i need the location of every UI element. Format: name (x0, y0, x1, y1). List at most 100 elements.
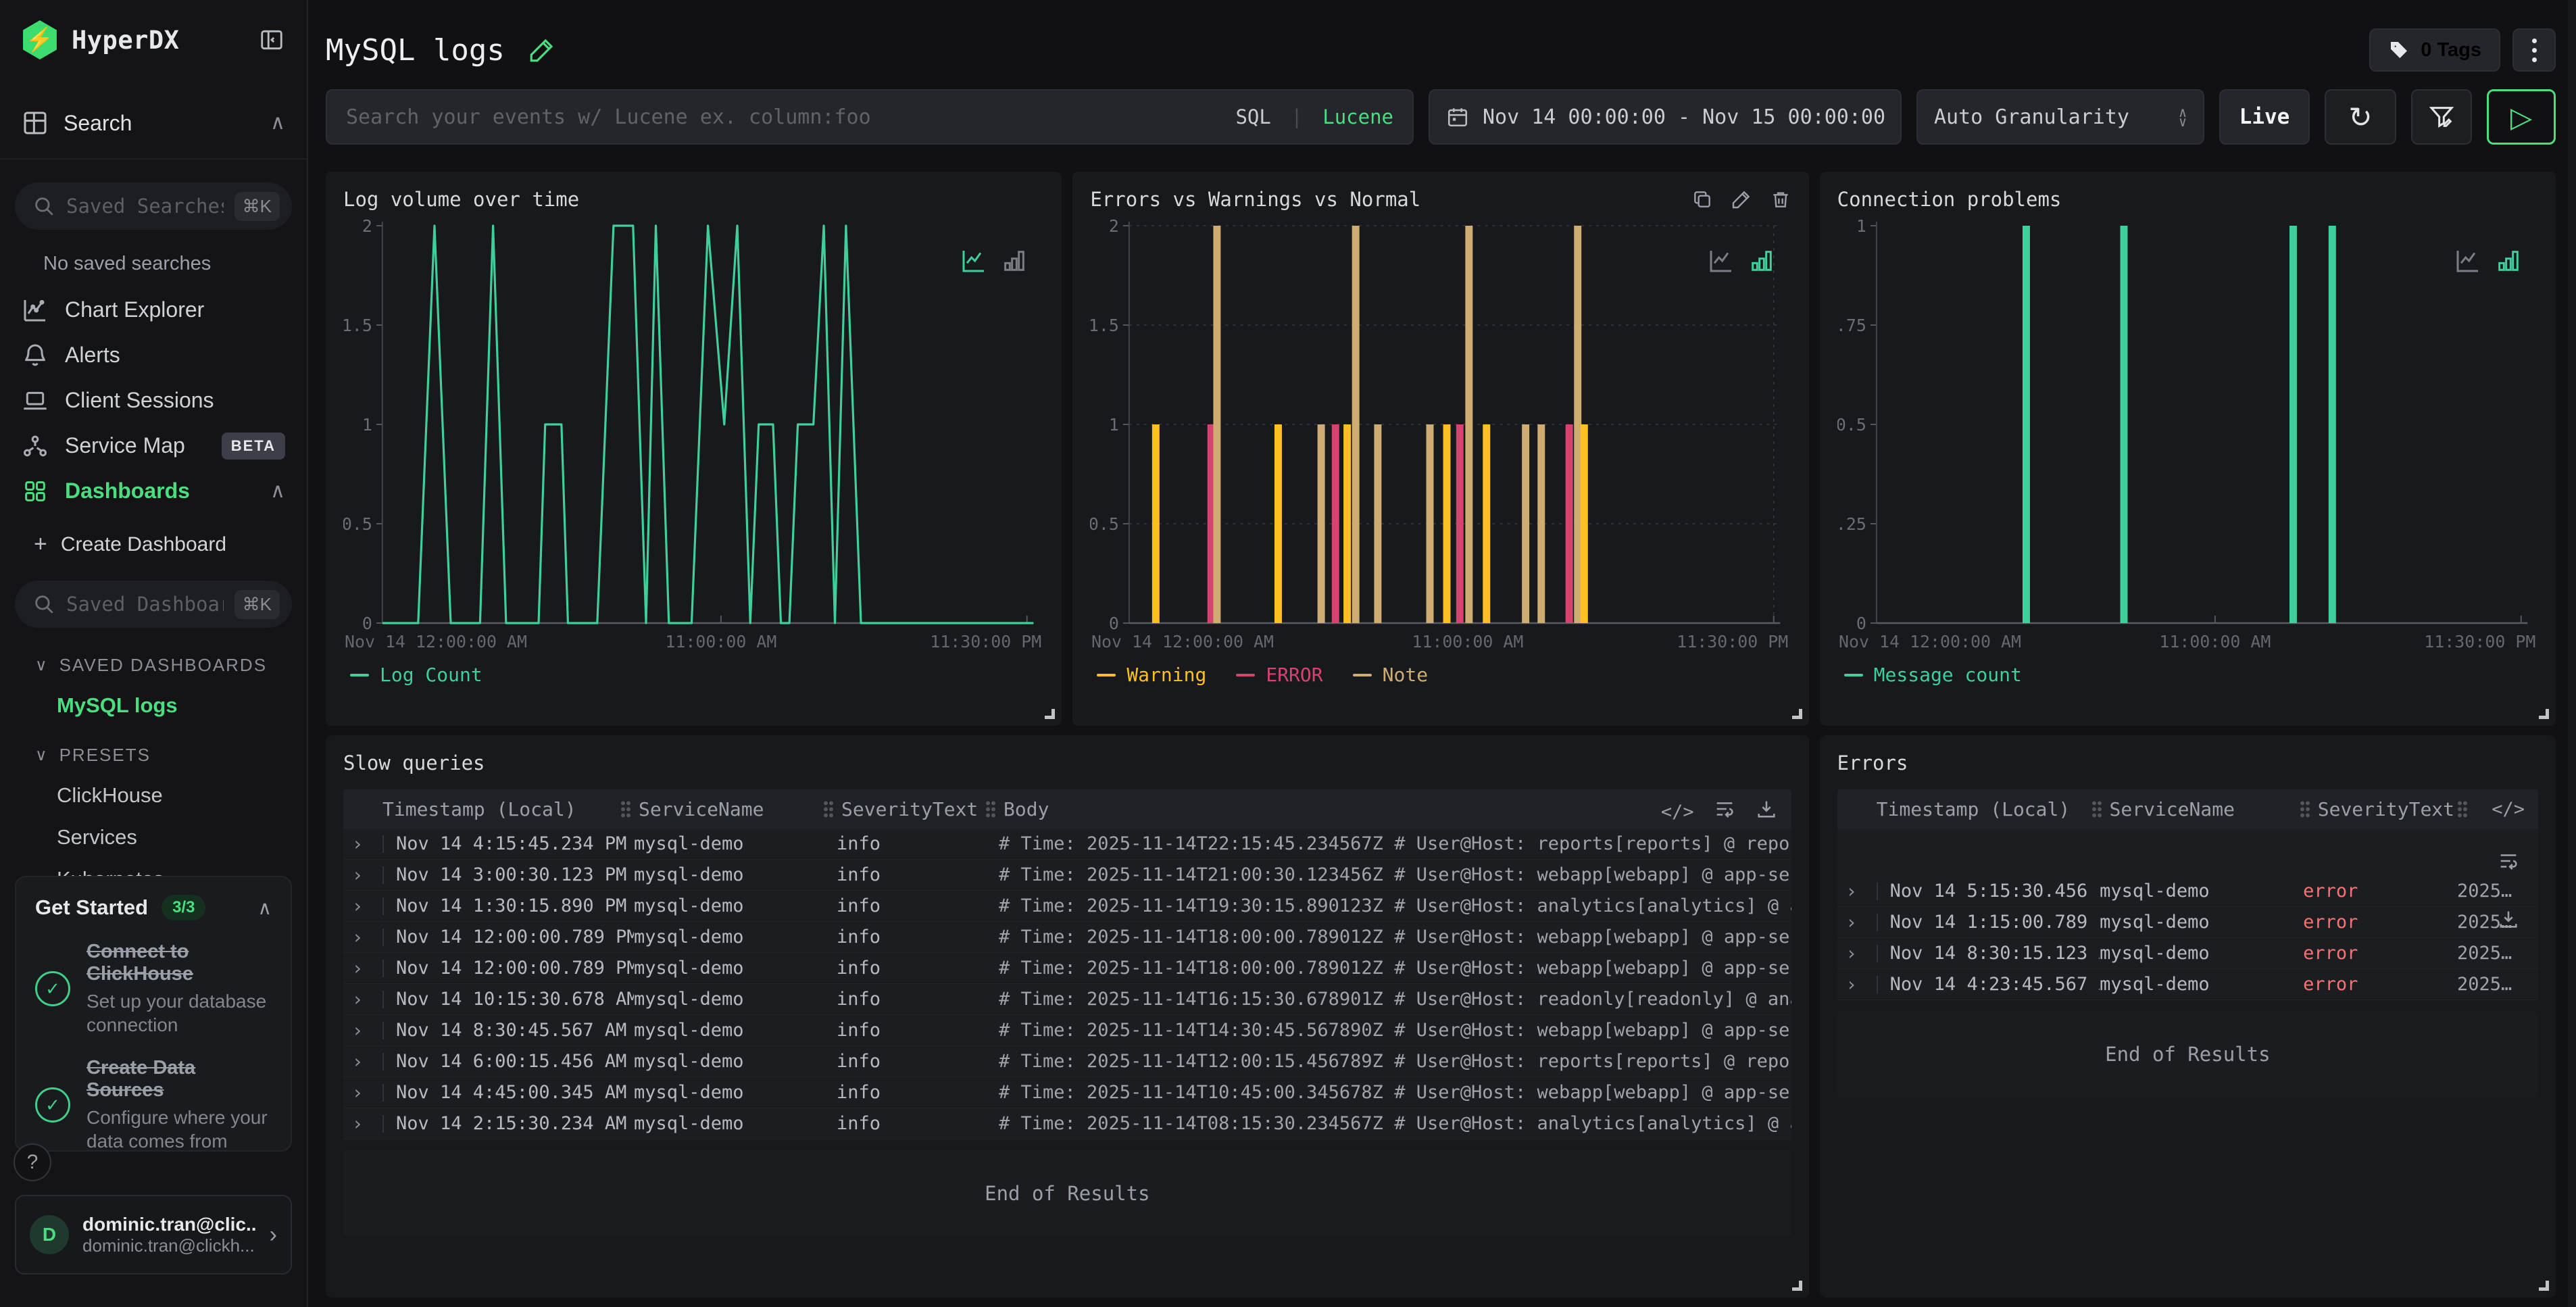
row-expand-icon[interactable]: › (343, 1019, 382, 1041)
row-expand-icon[interactable]: › (343, 895, 382, 917)
lucene-mode-button[interactable]: Lucene (1322, 105, 1393, 128)
resize-handle[interactable] (1792, 1281, 1802, 1291)
granularity-select[interactable]: Auto Granularity ∧∨ (1916, 89, 2204, 145)
code-view-icon[interactable]: </> (1661, 802, 1694, 822)
column-drag-icon[interactable] (2091, 800, 2102, 818)
table-row[interactable]: ›Nov 14 8:30:45.567 AMmysql-demoinfo# Ti… (343, 1015, 1791, 1046)
column-drag-icon[interactable] (2457, 800, 2467, 818)
column-header[interactable]: Timestamp (Local) (382, 798, 620, 820)
wrap-text-icon[interactable] (2497, 849, 2520, 872)
bar-chart-toggle-icon[interactable] (2495, 247, 2522, 274)
column-drag-icon[interactable] (823, 800, 833, 818)
sidebar-collapse-icon[interactable] (257, 25, 287, 55)
table-row[interactable]: ›Nov 14 12:00:00.789 PMmysql-demoinfo# T… (343, 922, 1791, 953)
saved-dashboards-input[interactable] (66, 593, 224, 616)
sidebar-item-search[interactable]: Search ∧ (15, 103, 292, 143)
legend-item[interactable]: Warning (1097, 664, 1206, 686)
live-button[interactable]: Live (2219, 89, 2310, 145)
chevron-up-icon[interactable]: ∧ (270, 481, 285, 501)
download-icon[interactable] (2497, 908, 2520, 931)
legend-item[interactable]: ERROR (1236, 664, 1322, 686)
event-search-input[interactable] (346, 105, 1222, 129)
table-row[interactable]: ›Nov 14 2:15:30.234 AMmysql-demoinfo# Ti… (343, 1108, 1791, 1139)
duplicate-icon[interactable] (1691, 189, 1713, 210)
row-expand-icon[interactable]: › (1837, 942, 1877, 964)
download-button[interactable] (2497, 908, 2520, 936)
row-expand-icon[interactable]: › (343, 833, 382, 855)
page-scrollbar[interactable] (2568, 0, 2576, 1307)
table-row[interactable]: ›Nov 14 3:00:30.123 PMmysql-demoinfo# Ti… (343, 860, 1791, 891)
filter-button[interactable] (2411, 89, 2472, 145)
resize-handle[interactable] (2539, 709, 2549, 719)
help-button[interactable]: ? (14, 1143, 51, 1181)
get-started-step[interactable]: ✓Create Data SourcesConfigure where your… (35, 1057, 272, 1152)
edit-title-icon[interactable] (528, 36, 556, 64)
resize-handle[interactable] (2539, 1281, 2549, 1291)
row-expand-icon[interactable]: › (343, 926, 382, 948)
date-range-picker[interactable]: Nov 14 00:00:00 - Nov 15 00:00:00 (1429, 89, 1902, 145)
refresh-button[interactable]: ↻ (2325, 89, 2396, 145)
saved-dashboards-search[interactable]: ⌘K (15, 581, 292, 628)
table-row[interactable]: ›Nov 14 1:30:15.890 PMmysql-demoinfo# Ti… (343, 891, 1791, 922)
table-row[interactable]: ›Nov 14 4:15:45.234 PMmysql-demoinfo# Ti… (343, 829, 1791, 860)
legend-item[interactable]: Log Count (350, 664, 482, 686)
table-row[interactable]: ›Nov 14 6:00:15.456 AMmysql-demoinfo# Ti… (343, 1046, 1791, 1077)
line-chart-toggle-icon[interactable] (2454, 247, 2481, 274)
get-started-step[interactable]: ✓Connect to ClickHouseSet up your databa… (35, 941, 272, 1037)
user-menu[interactable]: D dominic.tran@clic... dominic.tran@clic… (15, 1195, 292, 1275)
line-chart-toggle-icon[interactable] (960, 247, 987, 274)
download-icon[interactable] (1755, 797, 1778, 820)
bar-chart-toggle-icon[interactable] (1748, 247, 1775, 274)
table-row[interactable]: ›Nov 14 5:15:30.456 PMmysql-demoerror202… (1837, 876, 2538, 907)
column-header[interactable]: ServiceName (620, 798, 823, 820)
edit-icon[interactable] (1731, 189, 1752, 210)
column-drag-icon[interactable] (2300, 800, 2310, 818)
sidebar-item-dashboards[interactable]: Dashboards∧ (15, 468, 292, 514)
table-row[interactable]: ›Nov 14 1:15:00.789 PMmysql-demoerror202… (1837, 907, 2538, 938)
saved-dashboards-heading[interactable]: ∨ SAVED DASHBOARDS (35, 655, 292, 676)
saved-dashboard-item[interactable]: MySQL logs (57, 693, 292, 718)
row-expand-icon[interactable]: › (1837, 973, 1877, 995)
create-dashboard-button[interactable]: + Create Dashboard (34, 531, 292, 558)
tags-button[interactable]: 0 Tags (2369, 28, 2500, 72)
download-button[interactable] (1755, 797, 1778, 826)
sidebar-item-service-map[interactable]: Service MapBETA (15, 423, 292, 468)
legend-item[interactable]: Message count (1844, 664, 2022, 686)
run-query-button[interactable]: ▷ (2487, 89, 2556, 145)
saved-searches-input[interactable] (66, 195, 224, 218)
row-expand-icon[interactable]: › (343, 864, 382, 886)
column-header[interactable]: SeverityText (2300, 798, 2457, 820)
panel-menu-button[interactable] (2512, 28, 2556, 72)
preset-item[interactable]: ClickHouse (57, 783, 292, 808)
row-expand-icon[interactable]: › (343, 988, 382, 1010)
trash-icon[interactable] (1770, 189, 1791, 210)
table-row[interactable]: ›Nov 14 8:30:15.123 AMmysql-demoerror202… (1837, 938, 2538, 969)
row-expand-icon[interactable]: › (343, 1081, 382, 1104)
row-expand-icon[interactable]: › (1837, 911, 1877, 933)
resize-handle[interactable] (1792, 709, 1802, 719)
bar-chart-toggle-icon[interactable] (1001, 247, 1028, 274)
column-header[interactable]: SeverityText (823, 798, 985, 820)
column-header[interactable]: ServiceName (2091, 798, 2300, 820)
table-row[interactable]: ›Nov 14 10:15:30.678 AMmysql-demoinfo# T… (343, 984, 1791, 1015)
saved-searches-search[interactable]: ⌘K (15, 182, 292, 230)
wrap-toggle[interactable] (2497, 849, 2520, 878)
wrap-text-icon[interactable] (1713, 797, 1736, 820)
sql-mode-button[interactable]: SQL (1235, 105, 1270, 128)
presets-heading[interactable]: ∨ PRESETS (35, 745, 292, 766)
sidebar-item-alerts[interactable]: Alerts (15, 332, 292, 378)
chevron-up-icon[interactable]: ∧ (270, 113, 285, 133)
row-expand-icon[interactable]: › (343, 957, 382, 979)
column-drag-icon[interactable] (985, 800, 995, 818)
legend-item[interactable]: Note (1353, 664, 1428, 686)
column-drag-icon[interactable] (620, 800, 630, 818)
row-expand-icon[interactable]: › (1837, 880, 1877, 902)
table-row[interactable]: ›Nov 14 4:23:45.567 AMmysql-demoerror202… (1837, 969, 2538, 1000)
sidebar-item-chart-explorer[interactable]: Chart Explorer (15, 287, 292, 332)
row-expand-icon[interactable]: › (343, 1050, 382, 1072)
row-expand-icon[interactable]: › (343, 1112, 382, 1135)
sidebar-item-client-sessions[interactable]: Client Sessions (15, 378, 292, 423)
code-view-icon[interactable]: </> (2492, 799, 2525, 820)
table-row[interactable]: ›Nov 14 12:00:00.789 PMmysql-demoinfo# T… (343, 953, 1791, 984)
wrap-toggle[interactable] (1713, 797, 1736, 826)
